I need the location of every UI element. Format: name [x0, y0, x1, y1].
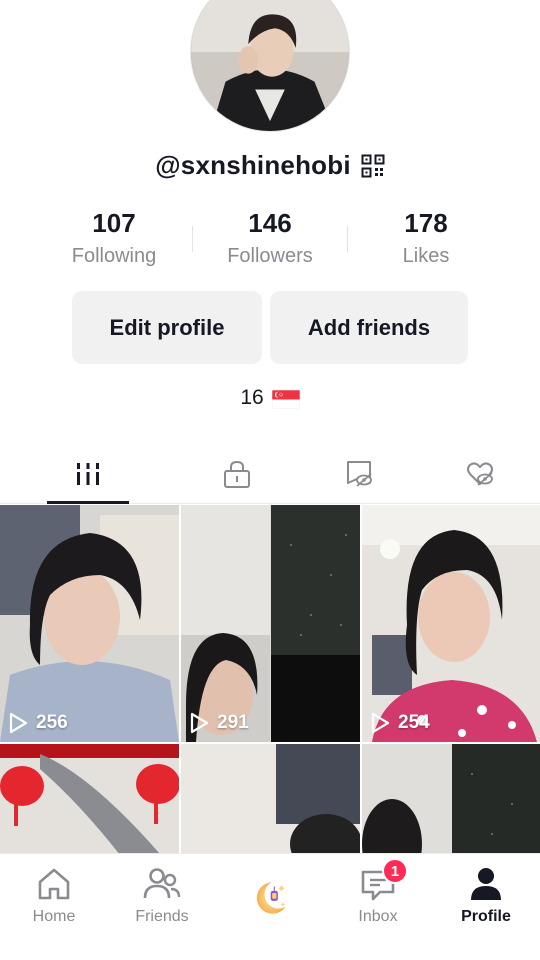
- tab-liked[interactable]: [420, 444, 540, 503]
- view-count-text: 291: [217, 712, 249, 733]
- singapore-flag-icon: [271, 389, 300, 409]
- followers-label: Followers: [227, 245, 313, 267]
- view-count: 256: [8, 712, 68, 734]
- avatar-image: [191, 0, 349, 131]
- video-thumbnail[interactable]: [0, 744, 179, 853]
- stat-following[interactable]: 107 Following: [36, 208, 192, 268]
- video-thumbnail[interactable]: 254: [362, 505, 540, 742]
- view-count-text: 256: [36, 712, 68, 733]
- add-friends-button[interactable]: Add friends: [270, 291, 468, 364]
- nav-create[interactable]: [216, 854, 324, 960]
- nav-inbox-label: Inbox: [358, 908, 398, 925]
- nav-friends-label: Friends: [135, 908, 189, 925]
- friends-icon: [143, 868, 181, 899]
- video-grid: 256 291 254: [0, 505, 540, 853]
- profile-stats: 107 Following 146 Followers 178 Likes: [36, 208, 504, 268]
- username: @sxnshinehobi: [155, 150, 351, 180]
- content-tabs: [0, 444, 540, 504]
- nav-friends[interactable]: Friends: [108, 854, 216, 960]
- nav-inbox[interactable]: 1 Inbox: [324, 854, 432, 960]
- qr-code-icon[interactable]: [361, 154, 385, 178]
- tab-reposts[interactable]: [298, 444, 420, 503]
- stat-followers[interactable]: 146 Followers: [192, 208, 348, 268]
- video-thumbnail[interactable]: [362, 744, 540, 853]
- stat-likes[interactable]: 178 Likes: [348, 208, 504, 268]
- view-count: 254: [370, 712, 430, 734]
- video-thumbnail-image: [181, 505, 360, 742]
- stat-divider: [192, 226, 193, 252]
- video-thumbnail[interactable]: [181, 744, 360, 853]
- view-count-text: 254: [398, 712, 430, 733]
- play-icon: [190, 712, 209, 734]
- grid-icon: [77, 462, 99, 485]
- hidden-heart-icon: [467, 461, 493, 486]
- likes-count: 178: [404, 208, 448, 238]
- hidden-repost-icon: [347, 460, 372, 487]
- following-label: Following: [71, 245, 157, 267]
- video-thumbnail[interactable]: 291: [181, 505, 360, 742]
- nav-home[interactable]: Home: [0, 854, 108, 960]
- home-icon: [38, 868, 70, 900]
- video-thumbnail-image: [362, 744, 540, 853]
- bottom-navigation: Home Friends 1 Inbox Profile: [0, 853, 540, 960]
- video-thumbnail-image: [0, 744, 179, 853]
- following-count: 107: [92, 208, 136, 238]
- create-button[interactable]: [242, 870, 298, 926]
- video-thumbnail-image: [181, 744, 360, 853]
- play-icon: [371, 712, 390, 734]
- video-thumbnail-image: [362, 505, 540, 742]
- edit-profile-button[interactable]: Edit profile: [72, 291, 262, 364]
- bio-text: 16: [240, 386, 264, 409]
- moon-lantern-icon: [256, 882, 286, 914]
- followers-count: 146: [248, 208, 292, 238]
- bio: 16: [0, 386, 540, 410]
- video-thumbnail[interactable]: 256: [0, 505, 179, 742]
- username-row: @sxnshinehobi: [0, 150, 540, 181]
- nav-profile-label: Profile: [461, 908, 511, 925]
- likes-label: Likes: [402, 245, 450, 267]
- video-thumbnail-image: [0, 505, 179, 742]
- nav-profile[interactable]: Profile: [432, 854, 540, 960]
- play-icon: [9, 712, 28, 734]
- profile-icon: [471, 868, 501, 900]
- tab-videos[interactable]: [0, 444, 176, 504]
- nav-home-label: Home: [32, 908, 76, 925]
- profile-avatar[interactable]: [190, 0, 350, 132]
- lock-icon: [224, 460, 250, 488]
- inbox-badge: 1: [382, 858, 408, 884]
- view-count: 291: [189, 712, 249, 734]
- active-tab-indicator: [47, 501, 129, 504]
- tab-private[interactable]: [176, 444, 298, 503]
